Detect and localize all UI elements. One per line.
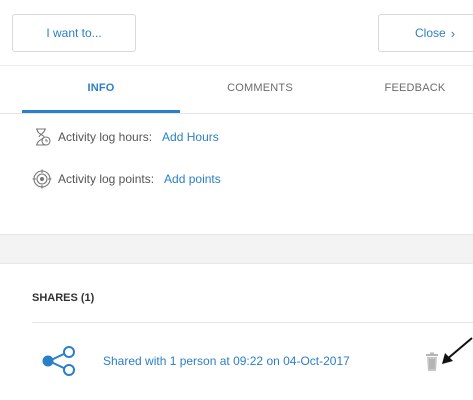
tab-feedback[interactable]: FEEDBACK <box>360 66 470 113</box>
add-points-link[interactable]: Add points <box>164 172 221 186</box>
section-divider-band <box>0 234 473 264</box>
activity-log-points-row: Activity log points: Add points <box>32 168 221 190</box>
tab-comments[interactable]: COMMENTS <box>180 66 340 113</box>
target-icon <box>32 169 52 189</box>
activity-log-hours-label: Activity log hours: <box>58 130 153 144</box>
add-hours-link[interactable]: Add Hours <box>162 130 219 144</box>
shares-heading: SHARES (1) <box>32 292 95 304</box>
i-want-to-button[interactable]: I want to... <box>12 14 136 52</box>
close-button[interactable]: Close › <box>378 14 473 52</box>
tab-info[interactable]: INFO <box>22 66 180 113</box>
activity-log-hours-row: Activity log hours: Add Hours <box>32 126 219 148</box>
share-list-item <box>38 346 82 376</box>
top-bar: I want to... Close › <box>0 0 473 66</box>
share-detail-link[interactable]: Shared with 1 person at 09:22 on 04-Oct-… <box>103 354 350 368</box>
chevron-right-icon: › <box>450 25 456 41</box>
close-label: Close <box>415 26 446 40</box>
pointer-arrow-icon <box>442 337 473 364</box>
tab-bar: INFO COMMENTS FEEDBACK <box>0 66 473 114</box>
activity-log-points-label: Activity log points: <box>58 172 155 186</box>
i-want-to-label: I want to... <box>46 26 102 40</box>
shares-divider <box>32 322 473 323</box>
hourglass-icon <box>36 128 51 146</box>
trash-icon[interactable] <box>424 352 440 372</box>
share-icon <box>42 346 75 376</box>
